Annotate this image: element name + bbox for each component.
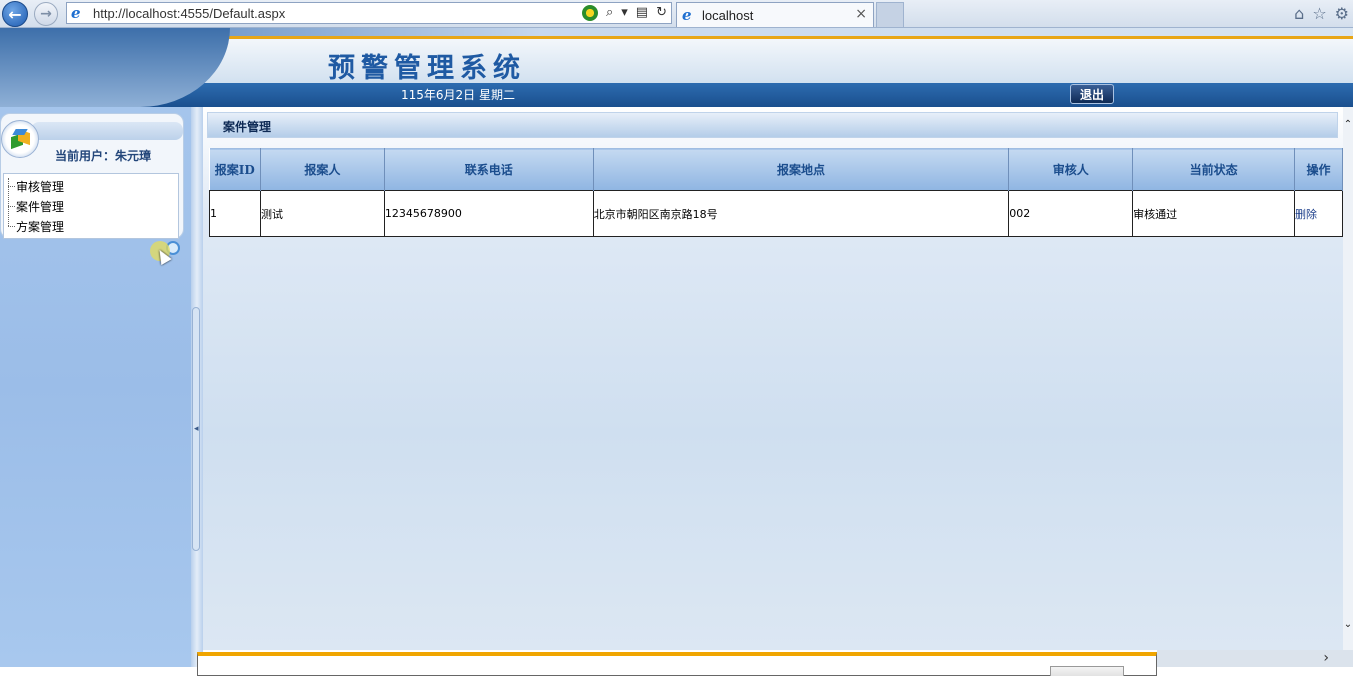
cube-icon xyxy=(9,128,31,150)
mouse-cursor-icon xyxy=(150,241,172,266)
section-header: 案件管理 xyxy=(207,112,1338,138)
column-header: 操作 xyxy=(1294,148,1343,191)
browser-chrome: ← → e http://localhost:4555/Default.aspx… xyxy=(0,0,1353,28)
compatibility-icon[interactable] xyxy=(581,5,598,21)
column-header: 审核人 xyxy=(1008,148,1134,191)
app-header: 预警管理系统 115年6月2日 星期二 退出 xyxy=(0,28,1353,107)
browser-tab[interactable]: e localhost × xyxy=(676,2,874,27)
delete-link[interactable]: 删除 xyxy=(1295,208,1317,221)
header-gold-line xyxy=(200,36,1353,39)
column-header: 报案地点 xyxy=(593,148,1010,191)
scroll-right-icon[interactable]: › xyxy=(1323,650,1329,666)
table-header-row: 报案ID 报案人 联系电话 报案地点 审核人 当前状态 操作 xyxy=(209,148,1343,191)
splitter-handle[interactable]: ◂ xyxy=(192,307,200,551)
section-title: 案件管理 xyxy=(223,120,272,134)
table-row: 1 测试 12345678900 北京市朝阳区南京路18号 002 审核通过 删… xyxy=(209,190,1343,237)
user-panel-icon-badge xyxy=(1,120,39,158)
header-date-bar xyxy=(140,83,1353,107)
sidebar-item-plans[interactable]: 方案管理 xyxy=(8,218,64,235)
address-tools: ⌕ ▾ ▤ ↻ xyxy=(581,5,667,21)
dropdown-icon[interactable]: ▾ xyxy=(621,5,628,21)
favorites-star-icon[interactable]: ☆ xyxy=(1312,4,1326,23)
address-bar[interactable]: e http://localhost:4555/Default.aspx ⌕ ▾… xyxy=(66,2,672,24)
cell-status: 审核通过 xyxy=(1132,190,1295,237)
ie-logo-icon: e xyxy=(71,4,81,22)
logout-button[interactable]: 退出 xyxy=(1070,84,1114,104)
cell-reporter: 测试 xyxy=(259,190,385,237)
forward-arrow-icon[interactable]: → xyxy=(34,2,58,26)
column-header: 报案人 xyxy=(260,148,385,191)
user-panel: 当前用户：朱元璋 审核管理 案件管理 方案管理 xyxy=(0,113,184,239)
back-arrow-icon[interactable]: ← xyxy=(2,1,28,27)
tab-title: localhost xyxy=(702,7,754,23)
search-icon[interactable]: ⌕ xyxy=(606,5,613,21)
refresh-icon[interactable]: ↻ xyxy=(656,5,667,21)
notification-button[interactable] xyxy=(1050,666,1124,676)
scroll-down-icon[interactable]: ⌄ xyxy=(1343,619,1353,630)
sidebar-item-cases[interactable]: 案件管理 xyxy=(8,198,64,215)
case-table: 报案ID 报案人 联系电话 报案地点 审核人 当前状态 操作 1 测试 1234… xyxy=(209,148,1343,237)
tab-ie-icon: e xyxy=(682,6,692,24)
column-header: 当前状态 xyxy=(1132,148,1295,191)
cell-reviewer: 002 xyxy=(1008,190,1134,237)
sidebar-bottom xyxy=(0,667,197,676)
vertical-scrollbar[interactable]: ⌃ ⌄ xyxy=(1343,107,1353,650)
url-text[interactable]: http://localhost:4555/Default.aspx xyxy=(93,6,285,21)
cell-phone: 12345678900 xyxy=(383,190,594,237)
compat-view-icon[interactable]: ▤ xyxy=(636,5,648,21)
close-tab-icon[interactable]: × xyxy=(855,6,867,22)
horizontal-scrollbar[interactable]: › xyxy=(1157,650,1353,667)
cell-location: 北京市朝阳区南京路18号 xyxy=(592,190,1010,237)
app-title: 预警管理系统 xyxy=(328,53,526,84)
scroll-up-icon[interactable]: ⌃ xyxy=(1343,119,1353,130)
notification-bar xyxy=(197,652,1157,676)
current-user-label: 当前用户：朱元璋 xyxy=(55,149,152,163)
collapse-arrow-icon[interactable]: ◂ xyxy=(194,424,199,434)
sidebar: 当前用户：朱元璋 审核管理 案件管理 方案管理 xyxy=(0,107,191,667)
sidebar-item-label[interactable]: 方案管理 xyxy=(16,218,64,235)
user-panel-header xyxy=(31,122,183,140)
sidebar-item-review[interactable]: 审核管理 xyxy=(8,178,64,195)
sidebar-splitter[interactable]: ◂ xyxy=(191,107,203,667)
header-date: 115年6月2日 星期二 xyxy=(401,88,515,102)
sidebar-item-label[interactable]: 审核管理 xyxy=(16,178,64,195)
home-icon[interactable]: ⌂ xyxy=(1294,4,1304,23)
new-tab-button[interactable] xyxy=(876,2,904,27)
cell-id: 1 xyxy=(209,190,261,237)
cell-action: 删除 xyxy=(1294,190,1343,237)
main-content: 案件管理 报案ID 报案人 联系电话 报案地点 审核人 当前状态 操作 1 测试… xyxy=(203,107,1343,650)
column-header: 联系电话 xyxy=(384,148,594,191)
sidebar-item-label[interactable]: 案件管理 xyxy=(16,198,64,215)
sidebar-menu: 审核管理 案件管理 方案管理 xyxy=(3,173,179,239)
column-header: 报案ID xyxy=(209,148,261,191)
browser-toolbar-right: ⌂ ☆ ⚙ xyxy=(1294,4,1349,23)
gear-icon[interactable]: ⚙ xyxy=(1335,4,1349,23)
